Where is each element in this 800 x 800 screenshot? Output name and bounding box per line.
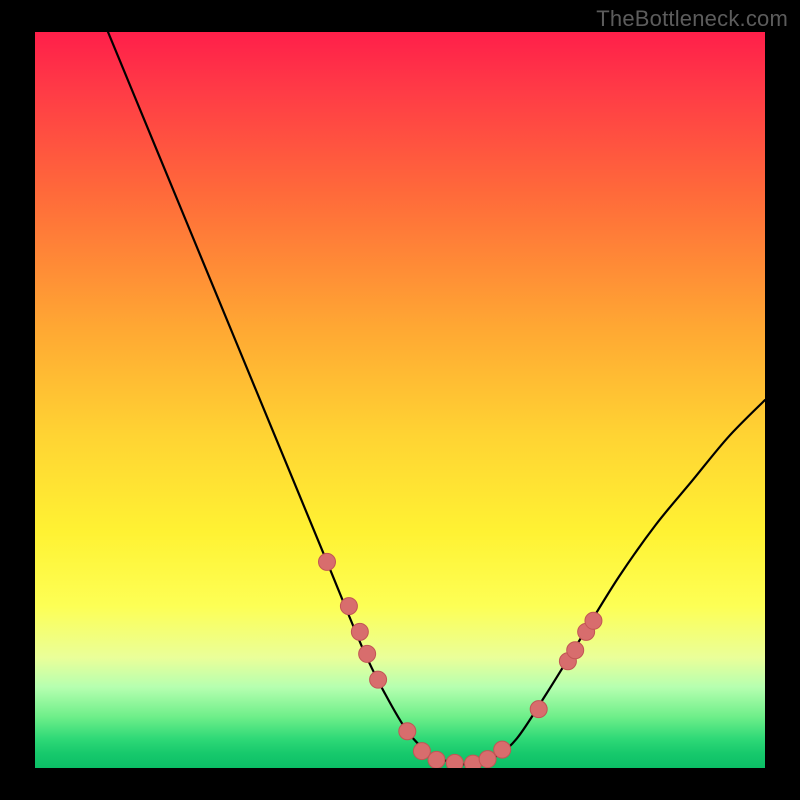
data-marker bbox=[340, 598, 357, 615]
data-marker bbox=[428, 751, 445, 768]
data-marker bbox=[494, 741, 511, 758]
data-marker bbox=[351, 623, 368, 640]
data-marker bbox=[413, 743, 430, 760]
curve-line bbox=[108, 32, 765, 765]
chart-plot-area bbox=[35, 32, 765, 768]
data-marker bbox=[399, 723, 416, 740]
data-marker bbox=[479, 751, 496, 768]
data-marker bbox=[359, 645, 376, 662]
data-marker bbox=[370, 671, 387, 688]
chart-frame: TheBottleneck.com bbox=[0, 0, 800, 800]
data-marker bbox=[567, 642, 584, 659]
data-marker bbox=[530, 701, 547, 718]
data-marker bbox=[319, 553, 336, 570]
data-marker bbox=[446, 754, 463, 768]
brand-watermark: TheBottleneck.com bbox=[596, 6, 788, 32]
chart-svg bbox=[35, 32, 765, 768]
data-marker bbox=[585, 612, 602, 629]
